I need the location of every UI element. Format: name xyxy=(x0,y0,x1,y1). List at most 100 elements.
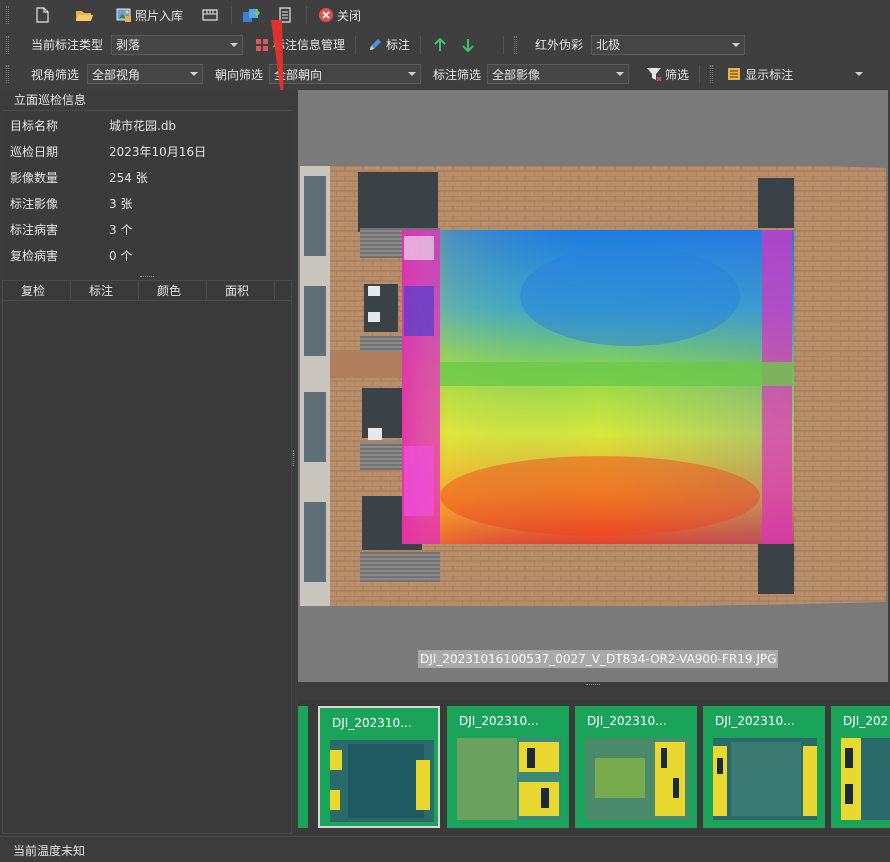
view-filter-label: 视角筛选 xyxy=(31,67,80,82)
info-row: 标注病害 3 个 xyxy=(10,221,132,241)
thumbnail-name: DJI_202310... xyxy=(332,716,412,730)
column-header-color[interactable]: 颜色 xyxy=(139,281,207,300)
info-value: 254 张 xyxy=(109,171,148,185)
thumbnail-image xyxy=(713,738,817,820)
viewer-splitter-handle[interactable] xyxy=(298,682,888,688)
thumbnail-partial[interactable] xyxy=(298,706,308,828)
thumbnail-image xyxy=(585,738,689,820)
close-button[interactable]: 关闭 xyxy=(313,4,365,26)
new-file-button[interactable] xyxy=(29,4,57,26)
toolbar-grip[interactable] xyxy=(514,35,518,54)
chevron-down-icon xyxy=(616,72,625,76)
info-value: 城市花园.db xyxy=(109,119,177,133)
info-key: 巡检日期 xyxy=(10,145,59,159)
close-icon xyxy=(317,6,335,24)
annotation-table: 复检 标注 颜色 面积 xyxy=(2,280,292,834)
thumbnail-image xyxy=(330,740,434,822)
info-key: 标注影像 xyxy=(10,197,59,211)
arrow-up-icon xyxy=(431,36,449,54)
vertical-splitter-handle[interactable] xyxy=(293,450,296,466)
toolbar-grip[interactable] xyxy=(710,65,714,83)
filter-icon xyxy=(645,65,663,83)
table-header: 复检 标注 颜色 面积 xyxy=(3,281,291,301)
import-photos-button[interactable]: 照片入库 xyxy=(111,4,187,26)
new-file-icon xyxy=(33,6,51,24)
info-value: 3 张 xyxy=(109,197,133,211)
toolbar-separator xyxy=(503,35,505,54)
view-filter-value: 全部视角 xyxy=(92,67,141,82)
inspection-info-title: 立面巡检信息 xyxy=(2,90,292,110)
filter-label: 筛选 xyxy=(665,67,690,82)
toolbar-separator xyxy=(231,6,233,24)
list-icon xyxy=(725,65,743,83)
toolbar-grip[interactable] xyxy=(6,35,9,54)
orientation-filter-label: 朝向筛选 xyxy=(215,67,264,82)
main-toolbar: 照片入库 关闭 xyxy=(0,0,890,30)
info-key: 标注病害 xyxy=(10,223,59,237)
column-header-area[interactable]: 面积 xyxy=(207,281,275,300)
info-value: 2023年10月16日 xyxy=(109,145,207,159)
column-header-recheck[interactable]: 复检 xyxy=(3,281,71,300)
thumbnail-name: DJI_202310... xyxy=(459,714,539,728)
thumbnail-item-selected[interactable]: DJI_202310... xyxy=(318,706,440,828)
annotation-toolbar: 当前标注类型 剥落 标注信息管理 标注 红外伪彩 北极 xyxy=(0,30,890,59)
toolbar-overflow-button[interactable] xyxy=(851,63,867,85)
store-icon xyxy=(201,6,219,24)
move-down-button[interactable] xyxy=(455,34,483,56)
toolbar-grip[interactable] xyxy=(6,65,9,83)
thumbnail-image xyxy=(457,738,561,820)
thumbnail-strip: DJI_202310... DJI_202310... DJI_202310..… xyxy=(298,700,890,834)
toolbar-grip[interactable] xyxy=(6,6,9,24)
store-button[interactable] xyxy=(197,4,225,26)
show-annotations-label: 显示标注 xyxy=(745,67,794,82)
image-filename: DJI_20231016100537_0027_V_DT834-OR2-VA90… xyxy=(418,650,779,668)
left-panel: 立面巡检信息 目标名称 城市花园.db 巡检日期 2023年10月16日 影像数… xyxy=(2,90,292,834)
thermal-facade-photo[interactable] xyxy=(300,166,886,606)
filter-toolbar: 视角筛选 全部视角 朝向筛选 全部朝向 标注筛选 全部影像 筛选 显示标注 xyxy=(0,59,890,89)
info-value: 3 个 xyxy=(109,223,133,237)
arrow-down-icon xyxy=(459,36,477,54)
current-type-label: 当前标注类型 xyxy=(31,38,104,52)
show-annotations-button[interactable]: 显示标注 xyxy=(721,63,797,85)
open-folder-button[interactable] xyxy=(71,4,99,26)
info-value: 0 个 xyxy=(109,249,133,263)
thumbnail-item[interactable]: DJI_202 xyxy=(831,706,890,828)
folder-open-icon xyxy=(75,6,93,24)
chevron-down-icon xyxy=(230,42,239,47)
mark-filter-value: 全部影像 xyxy=(492,67,541,82)
info-row: 巡检日期 2023年10月16日 xyxy=(10,143,206,163)
thumbnail-item[interactable]: DJI_202310... xyxy=(447,706,569,828)
info-row: 标注影像 3 张 xyxy=(10,195,132,215)
export-icon xyxy=(242,6,261,24)
toolbar-separator xyxy=(306,6,308,24)
annotate-button[interactable]: 标注 xyxy=(362,34,414,56)
column-header-annotation[interactable]: 标注 xyxy=(71,281,139,300)
overflow-arrow-icon xyxy=(855,72,864,76)
thumbnail-item[interactable]: DJI_202310... xyxy=(703,706,825,828)
photo-import-icon xyxy=(115,6,133,24)
pencil-icon xyxy=(366,36,384,54)
info-row: 目标名称 城市花园.db xyxy=(10,117,176,137)
annotate-label: 标注 xyxy=(386,38,411,52)
toolbar-separator xyxy=(355,35,357,54)
status-bar: 当前温度未知 xyxy=(0,836,890,862)
view-filter-select[interactable]: 全部视角 xyxy=(87,64,204,84)
mark-filter-select[interactable]: 全部影像 xyxy=(487,64,630,84)
toolbar-separator xyxy=(699,65,701,83)
annotation-type-value: 剥落 xyxy=(116,38,141,52)
chevron-down-icon xyxy=(190,72,199,76)
info-key: 目标名称 xyxy=(10,119,59,133)
image-viewer[interactable]: DJI_20231016100537_0027_V_DT834-OR2-VA90… xyxy=(298,90,888,682)
thumbnail-name: DJI_202 xyxy=(843,714,889,728)
thumbnail-item[interactable]: DJI_202310... xyxy=(575,706,697,828)
annotation-type-select[interactable]: 剥落 xyxy=(111,34,244,55)
close-label: 关闭 xyxy=(337,8,362,23)
orientation-filter-select[interactable]: 全部朝向 xyxy=(269,64,422,84)
pseudo-color-select[interactable]: 北极 xyxy=(591,34,746,55)
thumbnail-name: DJI_202310... xyxy=(715,714,795,728)
move-up-button[interactable] xyxy=(427,34,455,56)
status-text: 当前温度未知 xyxy=(13,844,86,858)
info-key: 影像数量 xyxy=(10,171,59,185)
info-key: 复检病害 xyxy=(10,249,59,263)
filter-button[interactable]: 筛选 xyxy=(641,63,693,85)
